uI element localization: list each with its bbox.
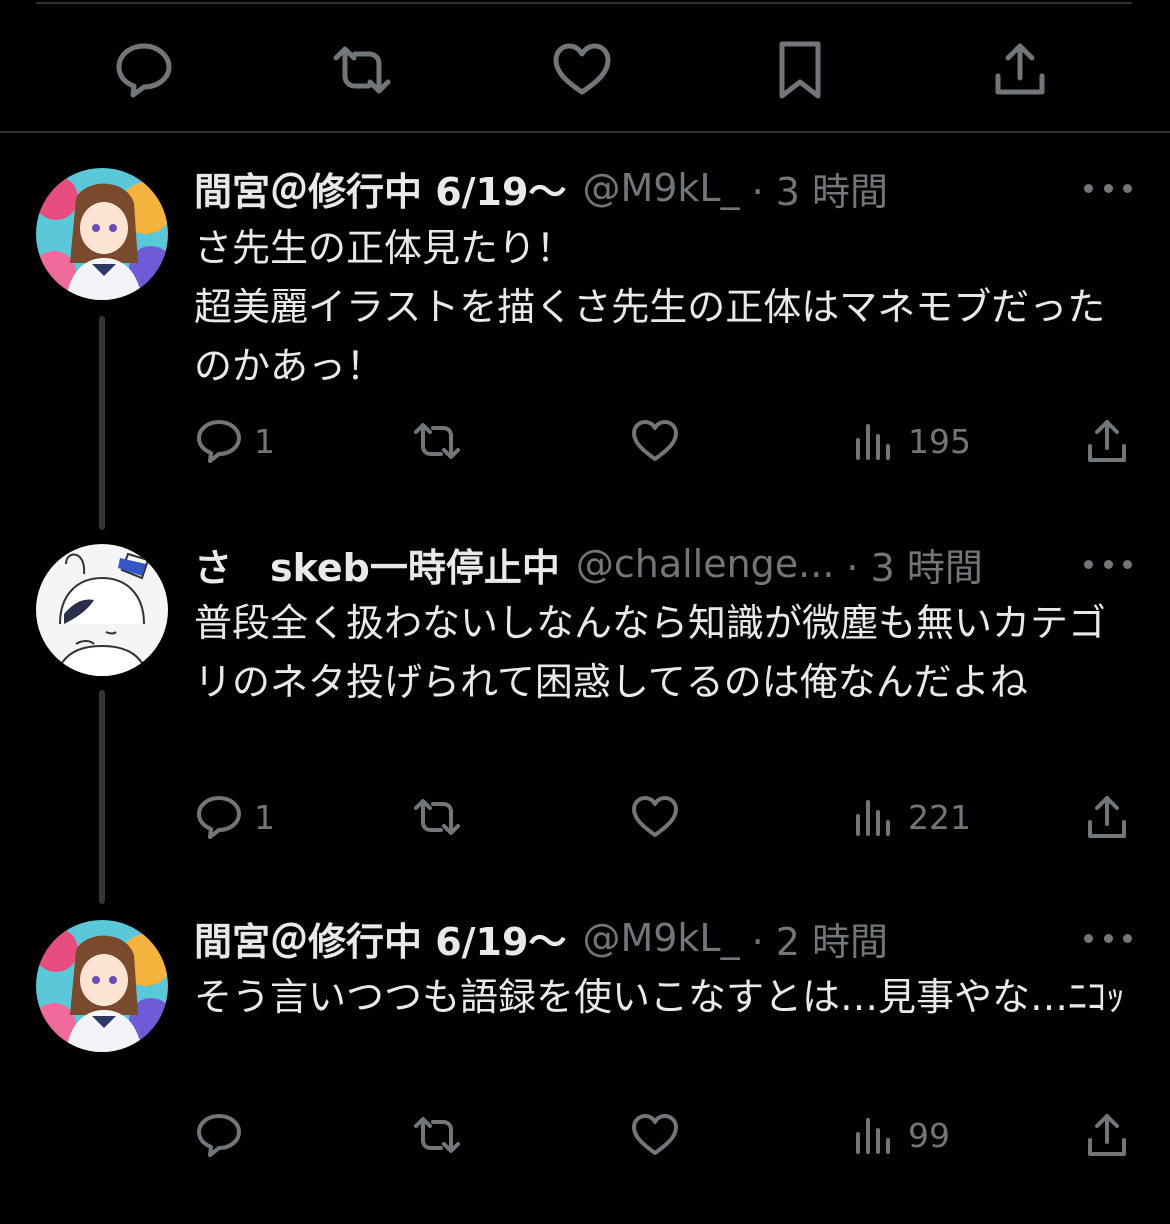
- views-button[interactable]: 195: [848, 414, 971, 468]
- more-options-icon[interactable]: [1084, 554, 1132, 574]
- views-icon: [856, 800, 890, 836]
- thread-connector-line: [99, 690, 105, 904]
- bookmark-icon[interactable]: [768, 38, 832, 102]
- tweet-text: 普段全く扱わないしなんなら知識が微塵も無いカテゴリのネタ投げられて困惑してるのは…: [194, 601, 1107, 704]
- view-count: 221: [908, 797, 971, 837]
- reply-button[interactable]: [194, 1108, 254, 1162]
- views-button[interactable]: 221: [848, 790, 971, 844]
- user-handle[interactable]: @M9kL_: [582, 916, 739, 960]
- reply-count: 1: [254, 421, 275, 461]
- like-button[interactable]: [630, 790, 680, 844]
- views-icon: [856, 424, 890, 460]
- like-icon[interactable]: [550, 38, 614, 102]
- like-button[interactable]: [630, 414, 680, 468]
- share-icon: [1088, 420, 1126, 462]
- share-button[interactable]: [1082, 414, 1132, 468]
- display-name[interactable]: 間宮＠修行中 6/19〜: [194, 911, 566, 966]
- timestamp[interactable]: · 3 時間: [752, 161, 888, 216]
- retweet-button[interactable]: [412, 1108, 462, 1162]
- user-handle[interactable]: @challenge...: [576, 542, 835, 586]
- retweet-icon: [414, 799, 460, 835]
- reply-count: 1: [254, 797, 275, 837]
- views-button[interactable]: 99: [848, 1108, 950, 1162]
- user-handle[interactable]: @M9kL_: [582, 166, 739, 210]
- timestamp[interactable]: · 2 時間: [752, 911, 888, 966]
- reply-icon: [197, 420, 241, 463]
- retweet-icon: [414, 423, 460, 459]
- avatar[interactable]: [36, 168, 168, 300]
- timestamp[interactable]: · 3 時間: [846, 537, 982, 592]
- like-icon: [632, 796, 678, 837]
- share-button[interactable]: [1082, 790, 1132, 844]
- reply-icon[interactable]: [112, 38, 176, 102]
- share-icon: [1088, 1114, 1126, 1156]
- avatar[interactable]: [36, 920, 168, 1052]
- reply-button[interactable]: 1: [194, 790, 275, 844]
- view-count: 99: [908, 1115, 950, 1155]
- like-icon: [632, 1114, 678, 1155]
- like-icon: [632, 420, 678, 461]
- share-icon[interactable]: [988, 38, 1052, 102]
- main-tweet-action-bar: [0, 0, 1170, 132]
- more-options-icon[interactable]: [1084, 928, 1132, 948]
- display-name[interactable]: 間宮＠修行中 6/19〜: [194, 161, 566, 216]
- share-button[interactable]: [1082, 1108, 1132, 1162]
- reply-icon: [197, 1114, 241, 1157]
- thread-connector-line: [99, 316, 105, 530]
- tweet-text: そう言いつつも語録を使いこなすとは…見事やな…ﾆｺｯ: [194, 975, 1126, 1019]
- reply-button[interactable]: 1: [194, 414, 275, 468]
- section-divider: [0, 131, 1170, 133]
- retweet-button[interactable]: [412, 790, 462, 844]
- more-options-icon[interactable]: [1084, 178, 1132, 198]
- retweet-icon[interactable]: [330, 38, 394, 102]
- avatar[interactable]: [36, 544, 168, 676]
- share-icon: [1088, 796, 1126, 838]
- reply-icon: [197, 796, 241, 839]
- tweet-text: さ先生の正体見たり！ 超美麗イラストを描くさ先生の正体はマネモブだったのかあっ！: [194, 226, 1106, 388]
- views-icon: [856, 1118, 890, 1154]
- display-name[interactable]: さ skeb一時停止中: [194, 537, 560, 592]
- retweet-button[interactable]: [412, 414, 462, 468]
- like-button[interactable]: [630, 1108, 680, 1162]
- view-count: 195: [908, 421, 971, 461]
- retweet-icon: [414, 1117, 460, 1153]
